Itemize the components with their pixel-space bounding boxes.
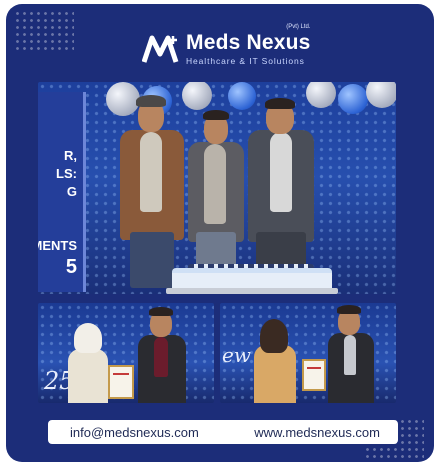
banner-line: MENTS: [38, 238, 77, 253]
email-link[interactable]: info@medsnexus.com: [70, 425, 199, 440]
banner-line: 5: [65, 256, 77, 278]
cake-cutting-photo: R, LS: G MENTS 5: [38, 82, 396, 294]
award-photo-right: ew 25: [220, 303, 396, 403]
balloon: [106, 82, 140, 116]
company-name: Meds Nexus: [186, 31, 311, 54]
balloon: [228, 82, 256, 110]
company-tagline: Healthcare & IT Solutions: [186, 56, 305, 66]
website-link[interactable]: www.medsnexus.com: [254, 425, 380, 440]
contact-bar: info@medsnexus.com www.medsnexus.com: [48, 420, 398, 444]
banner-line: LS:: [56, 166, 77, 181]
balloon: [338, 84, 368, 114]
banner-line: G: [66, 184, 77, 199]
company-suffix: (Pvt) Ltd.: [286, 24, 311, 30]
meds-nexus-logo-icon: [142, 35, 179, 63]
certificate: [302, 359, 326, 391]
banner-line: R,: [64, 148, 77, 163]
cake-board: [166, 288, 338, 294]
company-logo: (Pvt) Ltd. Meds Nexus Healthcare & IT So…: [142, 24, 311, 66]
decorative-dots: [14, 10, 74, 50]
award-photo-left: 25: [38, 303, 214, 403]
event-banner: R, LS: G MENTS 5: [38, 92, 86, 292]
certificate: [108, 365, 134, 399]
